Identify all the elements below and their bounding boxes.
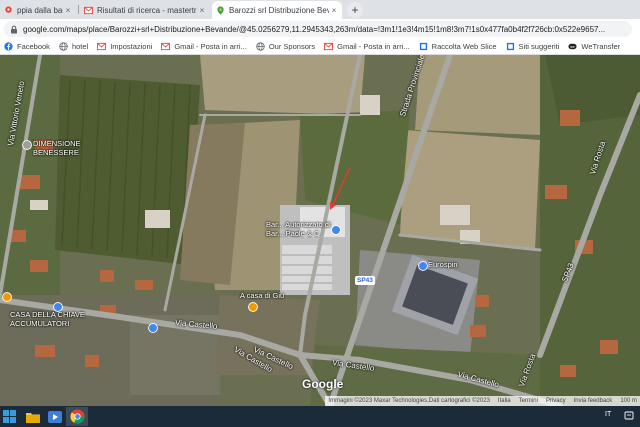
taskbar-media-player[interactable] bbox=[44, 407, 66, 426]
bookmark-label: Our Sponsors bbox=[268, 42, 316, 51]
bookmark-impostazioni[interactable]: Impostazioni bbox=[97, 42, 152, 51]
taskbar-chrome[interactable] bbox=[66, 407, 88, 426]
store-pin-icon[interactable] bbox=[53, 302, 63, 312]
attribution-imagery: Immagini ©2023 Maxar Technologies,Dati c… bbox=[328, 398, 490, 404]
bookmark-label: Facebook bbox=[17, 42, 50, 51]
bookmark-label: hotel bbox=[71, 42, 89, 51]
tab-strip: ppia dalla barca mo × Risultati di ricer… bbox=[0, 0, 640, 19]
tab-title: ppia dalla barca mo bbox=[17, 5, 63, 15]
tab-google-maps[interactable]: Barozzi srl Distribuzione Bevande × bbox=[212, 1, 342, 19]
google-logo: Google bbox=[302, 377, 344, 391]
gmail-icon bbox=[324, 42, 334, 51]
attribution-terms[interactable]: Termini bbox=[519, 398, 538, 404]
gmail-icon bbox=[84, 6, 93, 14]
business-pin-icon[interactable] bbox=[331, 225, 341, 235]
poi-label-barozzi[interactable]: Bar... Autorizzato di Bar... Paole & C bbox=[266, 220, 336, 238]
start-icon[interactable] bbox=[2, 409, 18, 424]
restaurant-pin-icon[interactable] bbox=[248, 302, 258, 312]
close-tab-icon[interactable]: × bbox=[329, 6, 339, 15]
chrome-icon bbox=[69, 409, 85, 424]
tab-title: Risultati di ricerca - mastertrading bbox=[97, 5, 197, 15]
bookmarks-bar: Facebook hotel Impostazioni Gmail - Post… bbox=[0, 39, 640, 55]
gmail-icon bbox=[97, 42, 107, 51]
bookmark-label: Impostazioni bbox=[110, 42, 153, 51]
bookmark-facebook[interactable]: Facebook bbox=[4, 42, 50, 51]
bookmark-wetransfer[interactable]: we WeTransfer bbox=[568, 42, 620, 51]
spa-pin-icon[interactable] bbox=[22, 140, 32, 150]
notification-icon[interactable] bbox=[624, 411, 634, 421]
poi-label-casa-chiave[interactable]: CASA DELLA CHIAVE ACCUMULATORI bbox=[10, 310, 90, 328]
bookmark-hotel[interactable]: hotel bbox=[59, 42, 88, 51]
google-maps-icon bbox=[217, 5, 224, 15]
web-slice-icon bbox=[419, 42, 427, 51]
address-bar[interactable]: google.com/maps/place/Barozzi+srl+Distri… bbox=[4, 21, 632, 37]
bookmark-label: Siti suggeriti bbox=[518, 42, 560, 51]
wetransfer-icon: we bbox=[568, 43, 577, 50]
close-tab-icon[interactable]: × bbox=[63, 6, 73, 15]
store-pin-icon[interactable] bbox=[148, 323, 158, 333]
url-text: google.com/maps/place/Barozzi+srl+Distri… bbox=[23, 24, 606, 34]
taskbar-file-explorer[interactable] bbox=[22, 407, 44, 426]
media-player-icon bbox=[48, 410, 62, 423]
web-slice-icon bbox=[506, 42, 514, 51]
tab-title: Barozzi srl Distribuzione Bevande bbox=[229, 5, 329, 15]
new-tab-button[interactable]: + bbox=[347, 2, 363, 18]
gmail-icon bbox=[161, 42, 171, 51]
browser-toolbar: google.com/maps/place/Barozzi+srl+Distri… bbox=[0, 19, 640, 39]
poi-label-dimensione[interactable]: DIMENSIONE BENESSERE bbox=[33, 139, 93, 157]
close-tab-icon[interactable]: × bbox=[197, 6, 207, 15]
bookmark-label: Gmail - Posta in arri... bbox=[337, 42, 410, 51]
road-shield-sp43: SP43 bbox=[355, 276, 375, 285]
bookmark-label: WeTransfer bbox=[581, 42, 621, 51]
bookmark-siti-suggeriti[interactable]: Siti suggeriti bbox=[506, 42, 560, 51]
bookmark-gmail-1[interactable]: Gmail - Posta in arri... bbox=[161, 42, 247, 51]
globe-icon bbox=[256, 42, 265, 51]
bookmark-gmail-2[interactable]: Gmail - Posta in arri... bbox=[324, 42, 410, 51]
bookmark-web-slice[interactable]: Raccolta Web Slice bbox=[419, 42, 497, 51]
globe-icon bbox=[59, 42, 68, 51]
bookmark-label: Gmail - Posta in arri... bbox=[174, 42, 247, 51]
poi-label-a-casa-di-giu[interactable]: A casa di Giù bbox=[240, 291, 284, 300]
tab-separator bbox=[78, 5, 79, 14]
attribution-feedback[interactable]: Invia feedback bbox=[574, 398, 613, 404]
file-explorer-icon bbox=[26, 412, 40, 423]
attribution-scale: 100 m bbox=[620, 398, 637, 404]
attribution-privacy[interactable]: Privacy bbox=[546, 398, 566, 404]
taskbar: IT bbox=[0, 406, 640, 427]
facebook-icon bbox=[4, 42, 13, 51]
atm-pin-icon[interactable] bbox=[2, 292, 12, 302]
bookmark-label: Raccolta Web Slice bbox=[431, 42, 497, 51]
bookmark-our-sponsors[interactable]: Our Sponsors bbox=[256, 42, 315, 51]
attribution-italy[interactable]: Italia bbox=[498, 398, 511, 404]
language-indicator[interactable]: IT bbox=[605, 411, 611, 418]
lock-icon[interactable] bbox=[10, 25, 18, 34]
tab-search-results[interactable]: Risultati di ricerca - mastertrading × bbox=[80, 1, 210, 19]
poi-label-eurospin[interactable]: Eurospin bbox=[428, 260, 458, 269]
satellite-map[interactable]: DIMENSIONE BENESSERE Bar... Autorizzato … bbox=[0, 55, 640, 406]
tab-boat[interactable]: ppia dalla barca mo × bbox=[0, 1, 76, 19]
map-pin-icon bbox=[5, 5, 12, 13]
shopping-pin-icon[interactable] bbox=[418, 261, 428, 271]
svg-text:we: we bbox=[571, 45, 576, 49]
map-attribution: Immagini ©2023 Maxar Technologies,Dati c… bbox=[325, 396, 640, 406]
